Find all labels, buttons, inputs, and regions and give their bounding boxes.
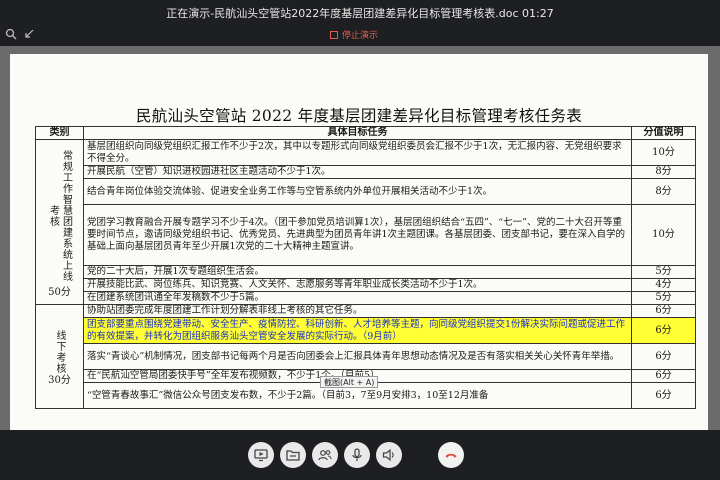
document-page: 民航汕头空管站 2022 年度基层团建差异化目标管理考核任务表 类别 具体目标任… (10, 54, 708, 430)
table-row: 开展民航（空管）知识进校园进社区主题活动不少于1次。 8分 (36, 165, 696, 179)
category-2-label: 线下考核 (54, 330, 65, 374)
participants-button[interactable] (312, 442, 338, 468)
shared-document-area: 民航汕头空管站 2022 年度基层团建差异化目标管理考核任务表 类别 具体目标任… (0, 46, 720, 430)
microphone-button[interactable] (344, 442, 370, 468)
task-cell: 开展技能比武、岗位练兵、知识竞赛、人文关怀、志愿服务等青年职业成长类活动不少于1… (83, 278, 632, 292)
share-screen-icon (254, 449, 268, 462)
table-header-row: 类别 具体目标任务 分值说明 (35, 126, 696, 140)
hang-up-icon (445, 453, 457, 458)
table-row: 党的二十大后，开展1次专题组织生活会。 5分 (36, 265, 696, 279)
score-cell: 4分 (631, 278, 696, 292)
score-cell: 10分 (631, 139, 696, 166)
speaker-icon (382, 448, 394, 462)
score-cell: 8分 (631, 165, 696, 179)
score-cell: 6分 (631, 343, 696, 370)
table-row: 结合青年岗位体验交流体验、促进安全业务工作等与空管系统内外单位开展相关活动不少于… (36, 178, 696, 205)
stop-icon (330, 31, 338, 39)
table-row: 落实“青谈心”机制情况，团支部书记每两个月是否向团委会上汇报具体青年思想动态情况… (36, 343, 696, 370)
category-cell-2: 线下考核 30分 (35, 304, 84, 409)
header-task: 具体目标任务 (83, 126, 632, 140)
task-cell: 在团建系统团讯通全年发稿数不少于5篇。 (83, 291, 632, 305)
presentation-window: 正在演示-民航汕头空管站2022年度基层团建差异化目标管理考核表.doc 01:… (0, 0, 720, 480)
header-score: 分值说明 (631, 126, 696, 140)
score-cell: 5分 (631, 291, 696, 305)
header-category: 类别 (35, 126, 84, 140)
score-cell-highlighted: 6分 (631, 317, 696, 344)
stop-label: 停止演示 (342, 31, 379, 41)
folder-icon (286, 450, 300, 461)
hang-up-button[interactable] (438, 442, 464, 468)
score-cell: 6分 (631, 382, 696, 409)
table-row: 线下考核 30分 协助站团委完成年度团建工作计划分解表非线上考核的其它任务。 6… (35, 304, 696, 409)
task-cell: 党的二十大后，开展1次专题组织生活会。 (83, 265, 632, 279)
microphone-icon (352, 448, 362, 461)
presentation-toolbar: 停止演示 (0, 26, 720, 46)
category-cell-1: 常规工作智慧团建系统上线考核 50分 (35, 139, 84, 305)
share-screen-button[interactable] (248, 442, 274, 468)
task-table: 类别 具体目标任务 分值说明 常规工作智慧团建系统上线考核 50分 基层团组织向… (35, 126, 696, 409)
table-row: 在团建系统团讯通全年发稿数不少于5篇。 5分 (36, 291, 696, 305)
category-1-score: 50分 (48, 286, 71, 298)
score-cell: 8分 (631, 178, 696, 205)
category-2-score: 30分 (48, 375, 71, 386)
score-cell: 6分 (631, 304, 696, 318)
highlighted-task-text: 团支部要重点围绕党建带动、安全生产、疫情防控、科研创新、人才培养等主题，向同级党… (87, 318, 626, 342)
task-cell: 协助站团委完成年度团建工作计划分解表非线上考核的其它任务。 (83, 304, 632, 318)
collapse-icon[interactable] (22, 28, 36, 42)
stop-presentation-button[interactable]: 停止演示 (330, 28, 378, 44)
table-row: 开展技能比武、岗位练兵、知识竞赛、人文关怀、志愿服务等青年职业成长类活动不少于1… (36, 278, 696, 292)
table-row: 党团学习教育融合开展专题学习不少于4次。（团干参加党员培训算1次），基层团组织结… (36, 204, 696, 266)
table-row: 常规工作智慧团建系统上线考核 50分 基层团组织向同级党组织汇报工作不少于2次，… (35, 139, 696, 305)
task-cell: 基层团组织向同级党组织汇报工作不少于2次，其中以专题形式向同级党组织委员会汇报不… (83, 139, 632, 166)
screenshot-tooltip: 截图(Alt + A) (320, 376, 379, 388)
task-cell: 党团学习教育融合开展专题学习不少于4次。（团干参加党员培训算1次），基层团组织结… (83, 204, 632, 266)
document-title: 民航汕头空管站 2022 年度基层团建差异化目标管理考核任务表 (135, 107, 583, 125)
score-cell: 5分 (631, 265, 696, 279)
meeting-control-bar (0, 430, 720, 480)
category-1-label: 常规工作智慧团建系统上线考核 (47, 149, 72, 282)
zoom-icon[interactable] (4, 28, 18, 42)
window-title: 正在演示-民航汕头空管站2022年度基层团建差异化目标管理考核表.doc 01:… (0, 0, 720, 26)
participants-icon (318, 450, 332, 461)
task-cell: 落实“青谈心”机制情况，团支部书记每两个月是否向团委会上汇报具体青年思想动态情况… (83, 343, 632, 370)
score-cell: 10分 (631, 204, 696, 266)
table-row-highlighted: 团支部要重点围绕党建带动、安全生产、疫情防控、科研创新、人才培养等主题，向同级党… (36, 317, 696, 344)
task-cell-highlighted: 团支部要重点围绕党建带动、安全生产、疫情防控、科研创新、人才培养等主题，向同级党… (83, 317, 632, 344)
speaker-button[interactable] (376, 442, 402, 468)
score-cell: 6分 (631, 369, 696, 383)
task-cell: 开展民航（空管）知识进校园进社区主题活动不少于1次。 (83, 165, 632, 179)
files-button[interactable] (280, 442, 306, 468)
task-cell: 结合青年岗位体验交流体验、促进安全业务工作等与空管系统内外单位开展相关活动不少于… (83, 178, 632, 205)
